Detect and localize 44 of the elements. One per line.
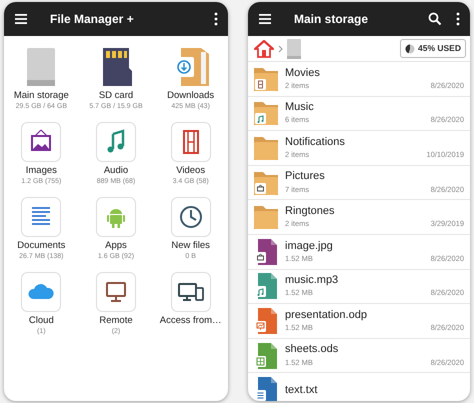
category-label: Cloud — [28, 316, 54, 327]
music-folder-icon[interactable] — [252, 99, 280, 128]
monitor-phone-icon[interactable] — [170, 272, 211, 312]
category-label: Downloads — [167, 91, 214, 102]
category-label: SD card — [98, 91, 134, 102]
category-label: Access from… — [160, 316, 222, 327]
category-label: Main storage — [14, 91, 69, 102]
category-label: Documents — [17, 241, 66, 252]
folder-icon[interactable] — [252, 203, 280, 232]
storage-usage-button[interactable]: 45% USED — [400, 39, 466, 58]
clock-icon[interactable] — [170, 197, 211, 237]
file-name: Ringtones — [285, 204, 336, 218]
picture-frame-icon[interactable] — [21, 122, 62, 162]
film-strip-icon[interactable] — [170, 122, 211, 162]
category-label: Images — [26, 166, 57, 177]
app-title: File Manager + — [50, 11, 135, 28]
text-lines-icon[interactable] — [21, 197, 62, 237]
search-icon[interactable] — [428, 12, 442, 26]
usage-pie-icon — [405, 44, 415, 54]
menu-icon[interactable] — [258, 12, 272, 26]
more-icon[interactable] — [214, 12, 218, 26]
category-label: New files — [171, 241, 210, 252]
home-icon[interactable] — [254, 40, 274, 58]
file-name: sheets.ods — [285, 343, 340, 357]
category-label: Audio — [104, 166, 128, 177]
category-label: Apps — [105, 241, 127, 252]
menu-icon[interactable] — [14, 12, 28, 26]
category-label: Remote — [99, 316, 133, 327]
more-icon[interactable] — [456, 12, 460, 26]
file-name: presentation.odp — [285, 308, 368, 322]
cloud-icon[interactable] — [21, 272, 62, 312]
file-name: image.jpg — [285, 240, 334, 253]
monitor-icon[interactable] — [96, 272, 136, 312]
file-name: Notifications — [285, 136, 346, 149]
file-name: Pictures — [285, 170, 326, 184]
category-label: Videos — [176, 166, 206, 177]
file-name: music.mp3 — [285, 274, 340, 288]
app-title: Main storage — [294, 11, 370, 28]
text-file-icon[interactable] — [252, 376, 280, 401]
file-name: Music — [285, 101, 315, 114]
file-name: Movies — [285, 66, 321, 80]
chevron-icon — [278, 44, 283, 52]
file-name: text.txt — [285, 384, 318, 397]
music-note-icon[interactable] — [96, 122, 136, 162]
